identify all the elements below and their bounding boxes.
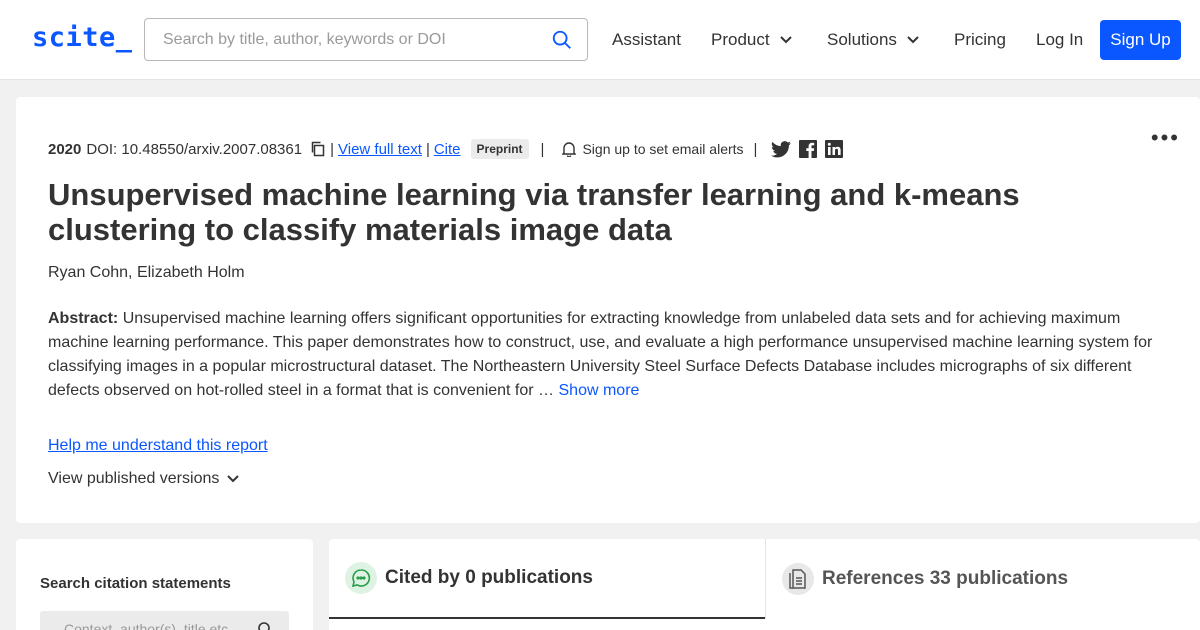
paper-abstract: Abstract: Unsupervised machine learning … xyxy=(48,307,1168,403)
search-icon[interactable] xyxy=(551,29,573,51)
copy-icon[interactable] xyxy=(310,141,326,157)
signup-button[interactable]: Sign Up xyxy=(1100,20,1181,60)
search-placeholder: Search by title, author, keywords or DOI xyxy=(163,31,446,48)
nav-solutions[interactable]: Solutions xyxy=(827,30,919,50)
nav-pricing[interactable]: Pricing xyxy=(954,30,1006,50)
nav-product-label: Product xyxy=(711,30,770,49)
paper-authors[interactable]: Ryan Cohn, Elizabeth Holm xyxy=(48,264,245,282)
divider: | xyxy=(330,140,334,158)
published-versions-toggle[interactable]: View published versions xyxy=(48,470,240,488)
abstract-label: Abstract: xyxy=(48,310,119,327)
email-alerts-link[interactable]: Sign up to set email alerts xyxy=(582,141,743,157)
login-label: Log In xyxy=(1036,30,1084,49)
citation-search-heading: Search citation statements xyxy=(40,575,231,592)
versions-label: View published versions xyxy=(48,470,220,487)
divider: | xyxy=(753,140,758,158)
tab-references[interactable]: References 33 publications xyxy=(765,539,1200,619)
chevron-down-icon xyxy=(779,36,792,44)
bell-icon[interactable] xyxy=(562,141,577,157)
linkedin-icon[interactable] xyxy=(825,140,844,158)
facebook-icon[interactable] xyxy=(799,140,818,158)
chevron-down-icon xyxy=(227,475,240,483)
chevron-down-icon xyxy=(907,36,919,44)
view-full-text-link[interactable]: View full text xyxy=(338,141,422,158)
preprint-badge: Preprint xyxy=(470,139,529,159)
paper-meta: 2020 DOI: 10.48550/arxiv.2007.08361 | Vi… xyxy=(48,139,844,159)
paper-doi: DOI: 10.48550/arxiv.2007.08361 xyxy=(86,140,303,158)
cited-by-label: Cited by 0 publications xyxy=(385,567,593,588)
twitter-icon[interactable] xyxy=(771,140,792,158)
divider: | xyxy=(540,140,545,158)
citation-search-panel: Search citation statements Context, auth… xyxy=(16,539,313,630)
search-input[interactable]: Search by title, author, keywords or DOI xyxy=(144,18,588,61)
document-icon xyxy=(782,563,814,595)
show-more-link[interactable]: Show more xyxy=(559,382,640,399)
paper-card: 2020 DOI: 10.48550/arxiv.2007.08361 | Vi… xyxy=(16,97,1200,523)
social-share xyxy=(771,140,844,158)
scite-logo[interactable]: scite_ xyxy=(32,22,133,53)
help-understand-link[interactable]: Help me understand this report xyxy=(48,437,268,455)
citation-search-input[interactable]: Context, author(s), title etc xyxy=(40,611,289,630)
nav-assistant-label: Assistant xyxy=(612,30,681,49)
divider: | xyxy=(425,140,430,158)
more-options-icon[interactable]: ••• xyxy=(1151,125,1180,151)
paper-title: Unsupervised machine learning via transf… xyxy=(48,177,1020,247)
citation-tabs: Cited by 0 publications References 33 pu… xyxy=(329,539,1200,630)
references-label: References 33 publications xyxy=(822,568,1069,589)
login-link[interactable]: Log In xyxy=(1036,30,1083,50)
nav-assistant[interactable]: Assistant xyxy=(612,30,681,50)
speech-bubble-icon xyxy=(345,562,377,594)
cite-link[interactable]: Cite xyxy=(434,141,461,158)
citation-search-placeholder: Context, author(s), title etc xyxy=(64,621,229,630)
search-icon[interactable] xyxy=(257,621,273,630)
nav-pricing-label: Pricing xyxy=(954,30,1006,49)
paper-year: 2020 xyxy=(48,140,82,158)
top-navbar: scite_ Search by title, author, keywords… xyxy=(0,0,1200,80)
nav-solutions-label: Solutions xyxy=(827,30,897,49)
tab-cited-by[interactable]: Cited by 0 publications xyxy=(329,539,765,619)
nav-product[interactable]: Product xyxy=(711,30,792,50)
